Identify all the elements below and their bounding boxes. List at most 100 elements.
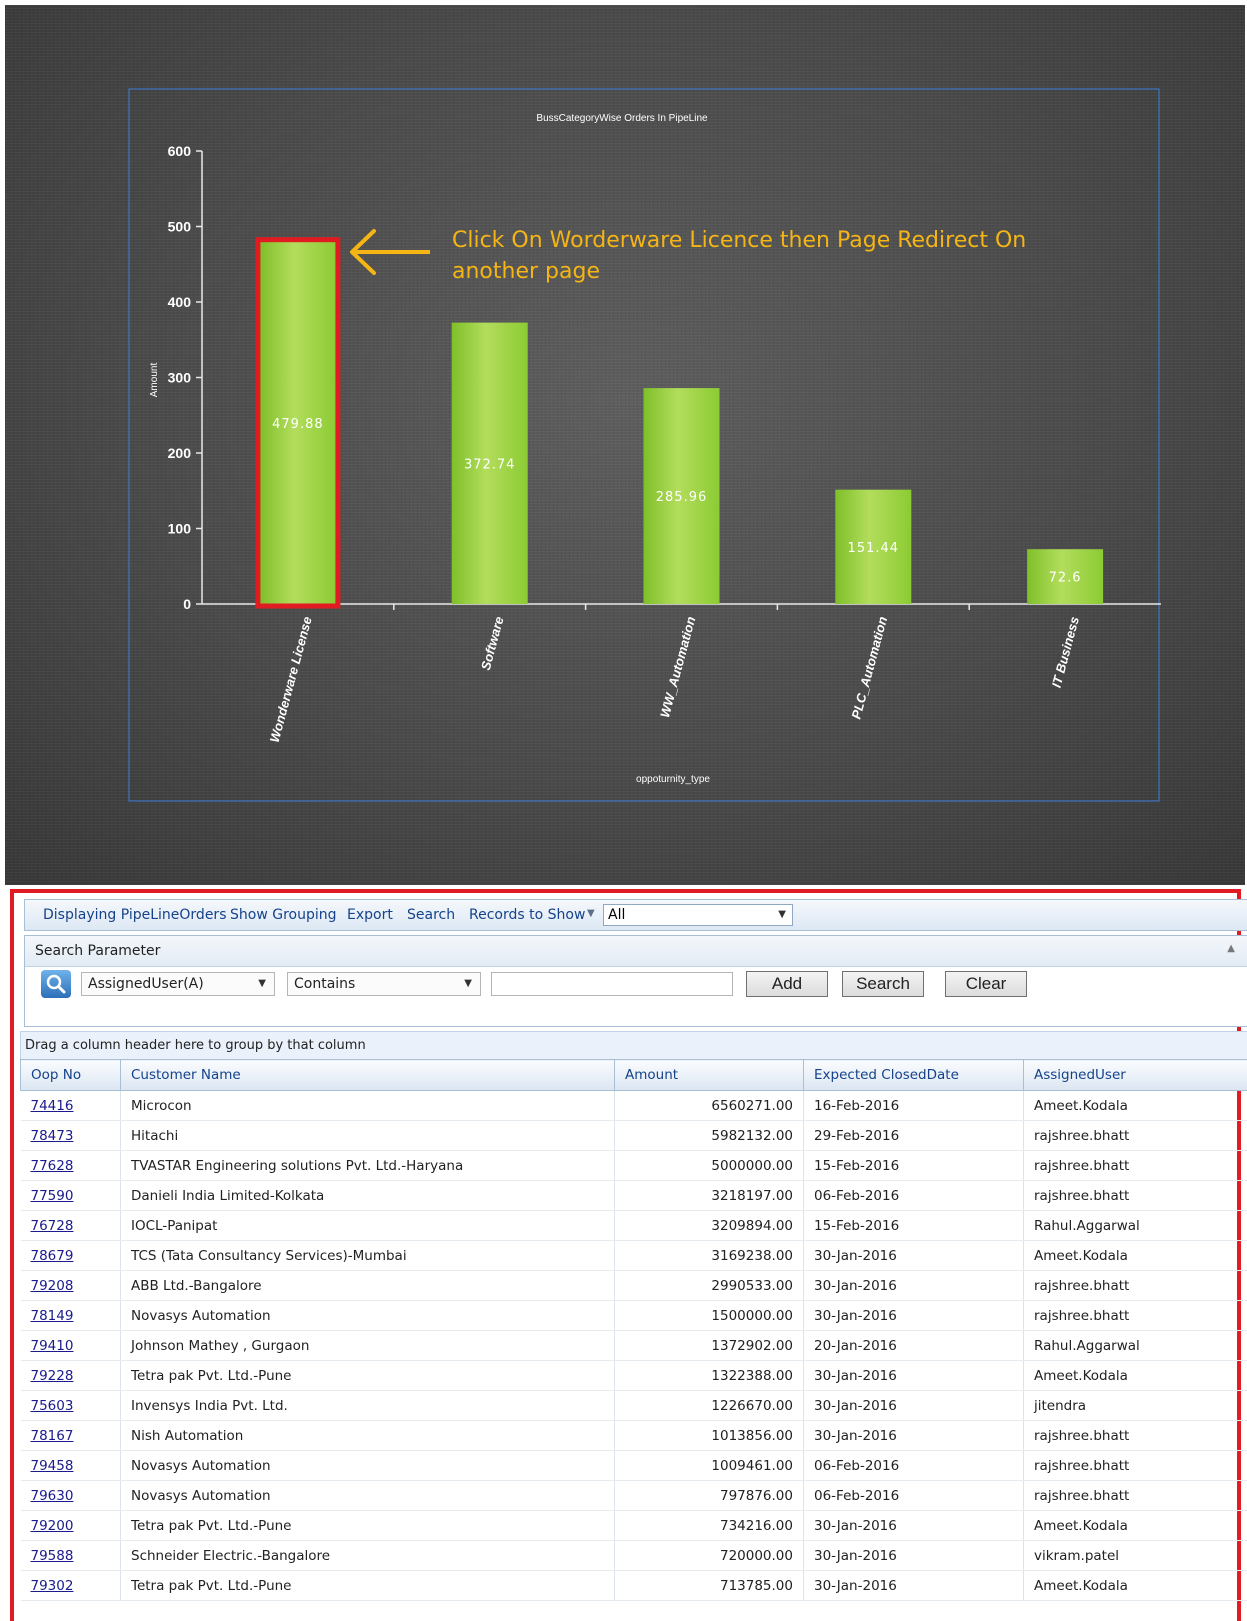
oop-no-link[interactable]: 79228 — [31, 1368, 74, 1384]
oop-no-link[interactable]: 78473 — [31, 1128, 74, 1144]
oop-no-link[interactable]: 75603 — [31, 1398, 74, 1414]
collapse-icon[interactable]: ▲ — [1227, 943, 1235, 954]
y-tick-label: 300 — [168, 370, 192, 386]
x-axis-label: oppoturnity_type — [636, 774, 710, 785]
table-row[interactable]: 76728 IOCL-Panipat 3209894.00 15-Feb-2016 Ra… — [20, 1210, 1247, 1241]
amount-cell: 1226670.00 — [614, 1390, 804, 1421]
oop-no-link[interactable]: 79630 — [31, 1488, 74, 1504]
customer-name-cell: Microcon — [120, 1090, 615, 1121]
chevron-down-icon: ▼ — [778, 909, 786, 920]
oop-no-link[interactable]: 78679 — [31, 1248, 74, 1264]
oop-no-link[interactable]: 79302 — [31, 1578, 74, 1594]
oop-no-cell: 79458 — [20, 1450, 121, 1481]
table-row[interactable]: 77590 Danieli India Limited-Kolkata 321819… — [20, 1180, 1247, 1211]
table-row[interactable]: 78167 Nish Automation 1013856.00 30-Jan-201… — [20, 1420, 1247, 1451]
chevron-down-icon[interactable]: ▼ — [587, 908, 595, 919]
search-icon[interactable] — [41, 970, 71, 998]
expected-closed-date-cell: 30-Jan-2016 — [803, 1360, 1024, 1391]
search-value-input[interactable] — [491, 972, 733, 996]
clear-button[interactable]: Clear — [945, 971, 1027, 997]
search-field-select[interactable]: AssignedUser(A) ▼ — [81, 972, 275, 996]
oop-no-cell: 79302 — [20, 1570, 121, 1601]
table-row[interactable]: 79458 Novasys Automation 1009461.00 06-Feb-… — [20, 1450, 1247, 1481]
assigned-user-cell: rajshree.bhatt — [1023, 1270, 1247, 1301]
assigned-user-cell: Ameet.Kodala — [1023, 1360, 1247, 1391]
table-row[interactable]: 79200 Tetra pak Pvt. Ltd.-Pune 734216.00 30… — [20, 1510, 1247, 1541]
oop-no-link[interactable]: 78167 — [31, 1428, 74, 1444]
column-header-oop-no[interactable]: Oop No — [20, 1059, 121, 1091]
assigned-user-cell: Ameet.Kodala — [1023, 1510, 1247, 1541]
add-button[interactable]: Add — [746, 971, 828, 997]
amount-cell: 2990533.00 — [614, 1270, 804, 1301]
oop-no-link[interactable]: 78149 — [31, 1308, 74, 1324]
export-button[interactable]: Export — [347, 907, 393, 923]
table-row[interactable]: 74416 Microcon 6560271.00 16-Feb-2016 Ameet.… — [20, 1090, 1247, 1121]
table-row[interactable]: 78473 Hitachi 5982132.00 29-Feb-2016 rajshre… — [20, 1120, 1247, 1151]
annotation-text-line1: Click On Worderware Licence then Page Re… — [452, 228, 1026, 253]
search-operator-select[interactable]: Contains ▼ — [287, 972, 481, 996]
column-header-expected-closed-date[interactable]: Expected ClosedDate — [803, 1059, 1024, 1091]
customer-name-cell: Schneider Electric.-Bangalore — [120, 1540, 615, 1571]
oop-no-cell: 77628 — [20, 1150, 121, 1181]
customer-name-cell: Hitachi — [120, 1120, 615, 1151]
amount-cell: 713785.00 — [614, 1570, 804, 1601]
oop-no-cell: 77590 — [20, 1180, 121, 1211]
expected-closed-date-cell: 30-Jan-2016 — [803, 1240, 1024, 1271]
table-row[interactable]: 79228 Tetra pak Pvt. Ltd.-Pune 1322388.00 3… — [20, 1360, 1247, 1391]
category-label[interactable]: Wonderware License — [267, 615, 315, 744]
oop-no-cell: 79588 — [20, 1540, 121, 1571]
column-header-customer-name[interactable]: Customer Name — [120, 1059, 615, 1091]
category-label[interactable]: IT Business — [1049, 615, 1082, 689]
search-button[interactable]: Search — [842, 971, 924, 997]
oop-no-link[interactable]: 79458 — [31, 1458, 74, 1474]
column-header-amount[interactable]: Amount — [614, 1059, 804, 1091]
oop-no-link[interactable]: 79588 — [31, 1548, 74, 1564]
column-header-assigned-user[interactable]: AssignedUser — [1023, 1059, 1247, 1091]
customer-name-cell: Tetra pak Pvt. Ltd.-Pune — [120, 1570, 615, 1601]
amount-cell: 797876.00 — [614, 1480, 804, 1511]
oop-no-cell: 74416 — [20, 1090, 121, 1121]
amount-cell: 1013856.00 — [614, 1420, 804, 1451]
expected-closed-date-cell: 30-Jan-2016 — [803, 1510, 1024, 1541]
table-row[interactable]: 78679 TCS (Tata Consultancy Services)-Mum… — [20, 1240, 1247, 1271]
table-row[interactable]: 78149 Novasys Automation 1500000.00 30-Jan-… — [20, 1300, 1247, 1331]
oop-no-link[interactable]: 79208 — [31, 1278, 74, 1294]
group-by-drop-zone[interactable]: Drag a column header here to group by th… — [20, 1031, 1247, 1059]
table-row[interactable]: 79588 Schneider Electric.-Bangalore 720000… — [20, 1540, 1247, 1571]
table-row[interactable]: 79410 Johnson Mathey , Gurgaon 1372902.00 2… — [20, 1330, 1247, 1361]
table-row[interactable]: 79208 ABB Ltd.-Bangalore 2990533.00 30-Jan-… — [20, 1270, 1247, 1301]
assigned-user-cell: Ameet.Kodala — [1023, 1240, 1247, 1271]
oop-no-link[interactable]: 77628 — [31, 1158, 74, 1174]
expected-closed-date-cell: 16-Feb-2016 — [803, 1090, 1024, 1121]
category-label[interactable]: Software — [478, 615, 507, 672]
category-label[interactable]: WW_Automation — [657, 615, 698, 719]
toolbar-search-button[interactable]: Search — [407, 907, 455, 923]
oop-no-link[interactable]: 77590 — [31, 1188, 74, 1204]
oop-no-link[interactable]: 74416 — [31, 1098, 74, 1114]
expected-closed-date-cell: 30-Jan-2016 — [803, 1270, 1024, 1301]
show-grouping-button[interactable]: Show Grouping — [230, 907, 337, 923]
amount-cell: 1009461.00 — [614, 1450, 804, 1481]
category-label[interactable]: PLC_Automation — [848, 615, 890, 721]
table-row[interactable]: 75603 Invensys India Pvt. Ltd. 1226670.00 3… — [20, 1390, 1247, 1421]
amount-cell: 734216.00 — [614, 1510, 804, 1541]
amount-cell: 5000000.00 — [614, 1150, 804, 1181]
table-row[interactable]: 79302 Tetra pak Pvt. Ltd.-Pune 713785.00 30… — [20, 1570, 1247, 1601]
oop-no-link[interactable]: 79410 — [31, 1338, 74, 1354]
grid-toolbar: Displaying PipeLineOrders Show Grouping … — [24, 899, 1247, 931]
chart-panel: BussCategoryWise Orders In PipeLine Amou… — [5, 5, 1245, 885]
oop-no-link[interactable]: 76728 — [31, 1218, 74, 1234]
expected-closed-date-cell: 15-Feb-2016 — [803, 1210, 1024, 1241]
records-to-show-select[interactable]: All ▼ — [603, 904, 793, 926]
expected-closed-date-cell: 06-Feb-2016 — [803, 1480, 1024, 1511]
search-panel-title: Search Parameter — [35, 943, 161, 959]
oop-no-cell: 78473 — [20, 1120, 121, 1151]
table-row[interactable]: 79630 Novasys Automation 797876.00 06-Feb-2… — [20, 1480, 1247, 1511]
assigned-user-cell: rajshree.bhatt — [1023, 1450, 1247, 1481]
oop-no-cell: 79208 — [20, 1270, 121, 1301]
table-header-row: Oop No Customer Name Amount Expected Clo… — [20, 1059, 1247, 1091]
table-row[interactable]: 77628 TVASTAR Engineering solutions Pvt. … — [20, 1150, 1247, 1181]
oop-no-link[interactable]: 79200 — [31, 1518, 74, 1534]
bar-chart: BussCategoryWise Orders In PipeLine Amou… — [128, 88, 1161, 802]
oop-no-cell: 79630 — [20, 1480, 121, 1511]
